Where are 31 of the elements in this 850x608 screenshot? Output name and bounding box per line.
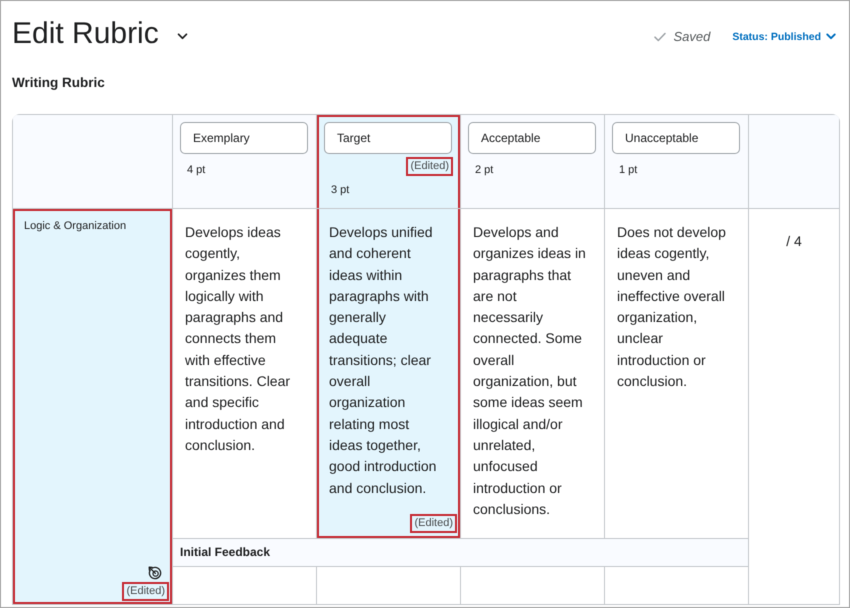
chevron-down-icon	[176, 33, 188, 40]
title-menu-button[interactable]	[174, 31, 190, 42]
level-points: 3 pt	[331, 183, 350, 197]
description-text[interactable]: Develops ideas cogently, organizes them logically with paragraphs and connects them with effective transitions. Clear and specific introduction and conclusion.	[185, 222, 300, 456]
level-name-field[interactable]: Target	[324, 122, 452, 154]
feedback-field[interactable]	[605, 567, 748, 604]
edited-label: (Edited)	[410, 514, 457, 533]
feedback-field[interactable]	[317, 567, 460, 604]
feedback-field[interactable]	[173, 567, 316, 604]
level-points: 4 pt	[187, 163, 206, 177]
status-dropdown[interactable]: Status: Published	[732, 30, 836, 42]
description-text[interactable]: Develops and organizes ideas in paragraphs that are not necessarily connected. Some overall organization, but some ideas seem illogical and/or unrelated, unfocused introduction or conclusions.	[473, 222, 588, 520]
feedback-section-header: Initial Feedback	[173, 539, 748, 566]
level-points: 2 pt	[475, 163, 494, 177]
level-points: 1 pt	[619, 163, 638, 177]
criterion-name: Logic & Organization	[24, 219, 126, 233]
feedback-field[interactable]	[461, 567, 604, 604]
level-name-field[interactable]: Exemplary	[180, 122, 308, 154]
rubric-name: Writing Rubric	[12, 74, 105, 92]
chevron-down-icon	[826, 33, 836, 40]
level-name-field[interactable]: Acceptable	[468, 122, 596, 154]
edited-label: (Edited)	[406, 157, 453, 176]
description-text[interactable]: Develops unified and coherent ideas within paragraphs with generally adequate transitions; clear overall organization relating most ideas together, good introduction and conclusion.	[329, 222, 444, 499]
saved-status: Saved	[673, 29, 710, 44]
edited-label: (Edited)	[122, 582, 169, 601]
description-text[interactable]: Does not develop ideas cogently, uneven and ineffective overall organization, unclear introduction or conclusion.	[617, 222, 732, 392]
target-arrow-icon	[148, 566, 162, 580]
out-of-points: / 4	[786, 232, 802, 251]
level-name-field[interactable]: Unacceptable	[612, 122, 740, 154]
page-title: Edit Rubric	[12, 16, 159, 52]
check-icon	[654, 32, 666, 42]
